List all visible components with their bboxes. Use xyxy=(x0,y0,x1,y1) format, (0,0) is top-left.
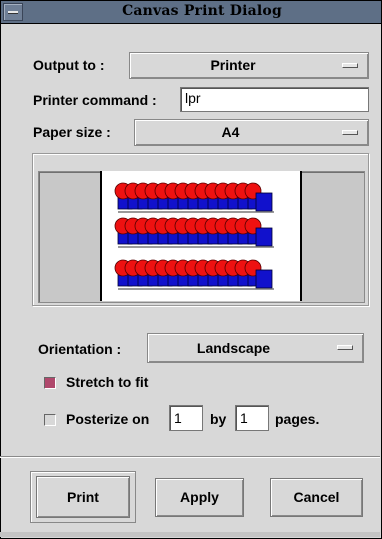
orientation-label: Orientation : xyxy=(38,341,122,357)
apply-button[interactable]: Apply xyxy=(155,478,244,517)
posterize-pages-label: pages. xyxy=(275,411,320,427)
window-bottom-edge xyxy=(0,532,380,537)
preview-square-shape xyxy=(255,269,273,289)
title-bar[interactable]: Canvas Print Dialog xyxy=(1,1,381,24)
preview-row-line xyxy=(118,288,274,290)
printer-command-label: Printer command : xyxy=(33,92,157,108)
output-value: Printer xyxy=(210,57,256,73)
preview-row-line xyxy=(118,211,274,213)
option-menu-indicator-icon xyxy=(342,129,358,135)
orientation-option-menu[interactable]: Landscape xyxy=(147,333,364,363)
paper-size-label: Paper size : xyxy=(33,124,111,140)
preview-canvas xyxy=(114,182,274,290)
stretch-label[interactable]: Stretch to fit xyxy=(66,374,148,390)
window-title: Canvas Print Dialog xyxy=(122,3,282,19)
orientation-value: Landscape xyxy=(196,340,271,356)
paper-size-value: A4 xyxy=(221,124,240,140)
option-menu-indicator-icon xyxy=(342,62,358,68)
preview-square-shape xyxy=(255,227,273,247)
paper-size-option-menu[interactable]: A4 xyxy=(134,119,369,146)
output-label: Output to : xyxy=(33,57,105,73)
posterize-checkbox[interactable] xyxy=(44,414,56,426)
printer-command-input[interactable]: lpr xyxy=(180,87,369,112)
option-menu-indicator-icon xyxy=(337,345,353,350)
cancel-button[interactable]: Cancel xyxy=(270,478,363,517)
posterize-y-input[interactable]: 1 xyxy=(235,405,269,431)
stretch-checkbox[interactable] xyxy=(44,377,56,389)
preview-square-shape xyxy=(255,192,273,212)
posterize-label[interactable]: Posterize on xyxy=(66,411,149,427)
output-option-menu[interactable]: Printer xyxy=(129,52,369,79)
posterize-x-input[interactable]: 1 xyxy=(169,405,203,431)
button-area-separator xyxy=(0,456,380,458)
preview-row-line xyxy=(118,246,274,248)
posterize-by-label: by xyxy=(210,411,227,427)
window-menu-icon[interactable] xyxy=(3,3,23,21)
print-button[interactable]: Print xyxy=(36,476,130,518)
